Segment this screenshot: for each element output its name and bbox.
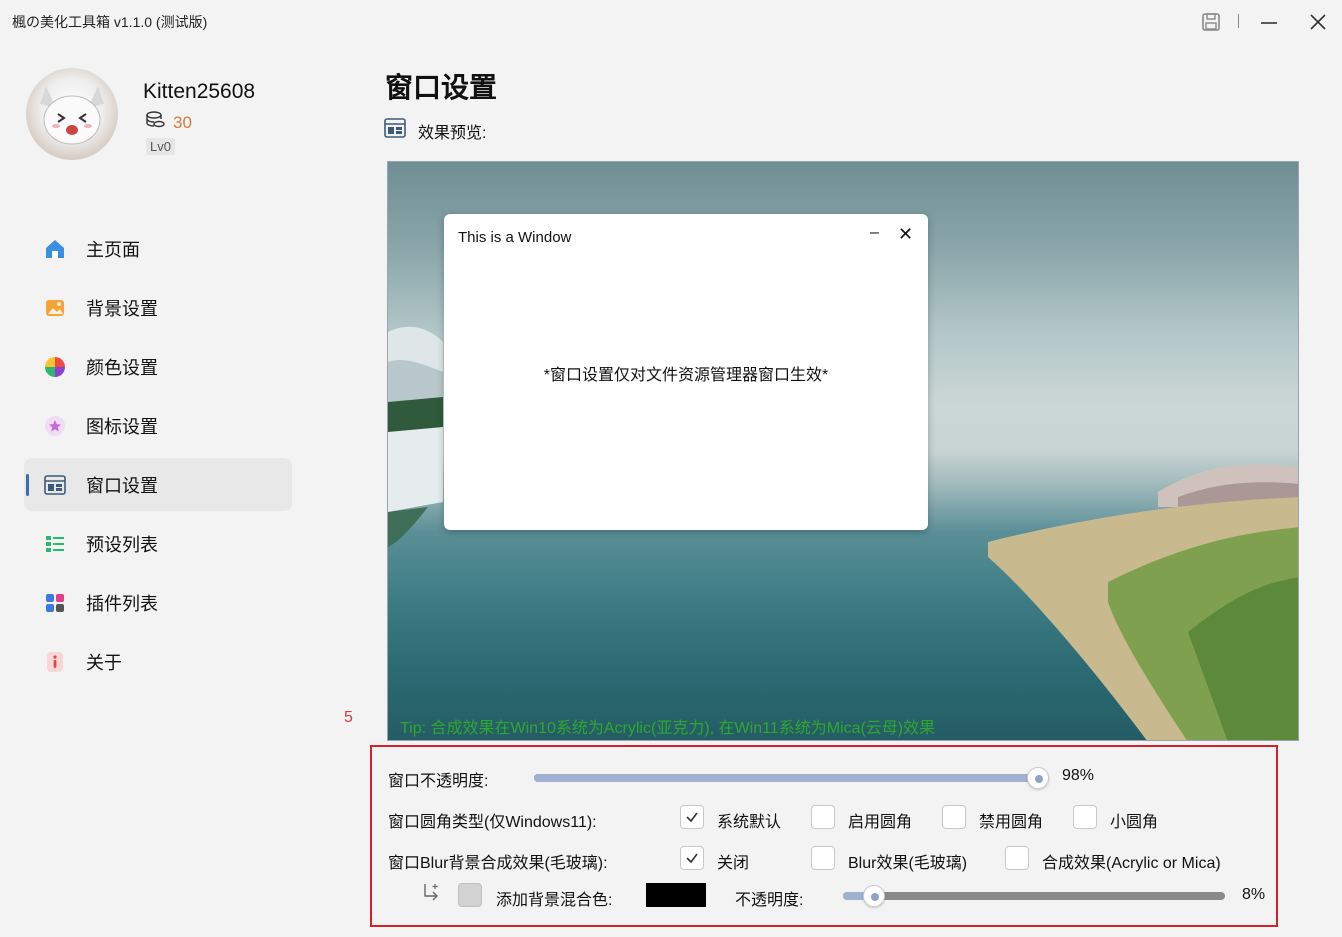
color-wheel-icon	[44, 356, 66, 378]
blend-opacity-slider[interactable]	[843, 885, 1225, 907]
corner-disable-label: 禁用圆角	[979, 814, 1044, 831]
window-layout-icon	[44, 474, 66, 496]
preview-window-title: This is a Window	[458, 229, 572, 246]
sidebar-item-plugins[interactable]: 插件列表	[24, 576, 292, 629]
preview-header: 效果预览:	[384, 117, 486, 144]
sidebar-item-window[interactable]: 窗口设置	[24, 458, 292, 511]
coins-icon	[145, 110, 165, 135]
sidebar-item-about[interactable]: 关于	[24, 635, 292, 688]
title-bar: 楓の美化工具箱 v1.1.0 (测试版)	[0, 0, 1342, 44]
corner-disable-checkbox[interactable]	[942, 805, 966, 829]
username: Kitten25608	[143, 80, 256, 103]
home-icon	[44, 238, 66, 260]
corner-enable-checkbox[interactable]	[811, 805, 835, 829]
acrylic-mica-label: 合成效果(Acrylic or Mica)	[1042, 855, 1221, 872]
avatar[interactable]	[26, 68, 118, 160]
sidebar-item-color[interactable]: 颜色设置	[24, 340, 292, 393]
corner-type-label: 窗口圆角类型(仅Windows11):	[388, 814, 597, 831]
title-bar-divider	[1238, 14, 1239, 28]
blend-color-label: 添加背景混合色:	[496, 892, 613, 909]
blend-opacity-value: 8%	[1242, 886, 1266, 903]
blend-color-checkbox[interactable]	[458, 883, 482, 907]
opacity-slider-thumb[interactable]	[1026, 767, 1049, 789]
blur-label: 窗口Blur背景合成效果(毛玻璃):	[388, 855, 608, 872]
sidebar-item-presets[interactable]: 预设列表	[24, 517, 292, 570]
sidebar-item-label: 关于	[86, 652, 122, 673]
sidebar-item-label: 背景设置	[86, 298, 158, 319]
sidebar-item-icons[interactable]: 图标设置	[24, 399, 292, 452]
app-title: 楓の美化工具箱 v1.1.0 (测试版)	[12, 14, 208, 30]
page-number: 5	[344, 709, 353, 726]
corner-default-checkbox[interactable]	[680, 805, 704, 829]
tip-text: Tip: 合成效果在Win10系统为Acrylic(亚克力), 在Win11系统…	[400, 720, 936, 737]
sidebar-item-label: 图标设置	[86, 416, 158, 437]
acrylic-mica-checkbox[interactable]	[1005, 846, 1029, 870]
blend-opacity-slider-thumb[interactable]	[862, 885, 885, 907]
preview-minimize-icon: –	[870, 224, 879, 241]
list-icon	[44, 533, 66, 555]
sidebar-item-label: 插件列表	[86, 593, 158, 614]
page-title: 窗口设置	[385, 72, 498, 103]
blend-opacity-label: 不透明度:	[735, 892, 804, 909]
save-icon[interactable]	[1196, 8, 1226, 36]
opacity-slider-fill	[534, 774, 1038, 782]
sub-option-arrow-icon	[420, 881, 442, 908]
opacity-label: 窗口不透明度:	[388, 773, 489, 790]
opacity-slider[interactable]	[534, 767, 1049, 789]
plugin-grid-icon	[44, 592, 66, 614]
blur-off-label: 关闭	[717, 855, 750, 872]
minimize-button[interactable]	[1254, 8, 1284, 36]
image-icon	[44, 297, 66, 319]
opacity-value: 98%	[1062, 767, 1095, 784]
star-icon	[44, 415, 66, 437]
preview-label: 效果预览:	[418, 124, 487, 142]
blur-off-checkbox[interactable]	[680, 846, 704, 870]
sidebar-item-home[interactable]: 主页面	[24, 222, 292, 275]
window-layout-icon	[384, 117, 406, 144]
blend-color-swatch[interactable]	[646, 883, 706, 907]
preview-image: This is a Window – ✕ *窗口设置仅对文件资源管理器窗口生效*…	[387, 161, 1299, 741]
blur-effect-checkbox[interactable]	[811, 846, 835, 870]
coins: 30	[145, 110, 192, 135]
sidebar-item-background[interactable]: 背景设置	[24, 281, 292, 334]
sidebar-item-label: 主页面	[86, 239, 140, 260]
info-icon	[44, 651, 66, 673]
preview-close-icon: ✕	[898, 224, 914, 244]
coins-value: 30	[173, 112, 192, 132]
level-badge: Lv0	[146, 138, 175, 155]
sidebar-item-label: 预设列表	[86, 534, 158, 555]
preview-window: This is a Window – ✕ *窗口设置仅对文件资源管理器窗口生效*	[444, 214, 928, 530]
corner-enable-label: 启用圆角	[848, 814, 913, 831]
corner-small-label: 小圆角	[1110, 814, 1159, 831]
sidebar-item-label: 窗口设置	[86, 475, 158, 496]
blur-effect-label: Blur效果(毛玻璃)	[848, 855, 968, 872]
corner-default-label: 系统默认	[717, 814, 782, 831]
preview-window-note: *窗口设置仅对文件资源管理器窗口生效*	[543, 367, 829, 384]
close-button[interactable]	[1303, 8, 1333, 36]
settings-panel: 窗口不透明度: 98% 窗口圆角类型(仅Windows11): 系统默认 启用圆…	[370, 745, 1278, 927]
corner-small-checkbox[interactable]	[1073, 805, 1097, 829]
sidebar-item-label: 颜色设置	[86, 357, 158, 378]
sidebar-nav: 主页面 背景设置 颜色设置 图标设置 窗口设置 预设列表 插件列表 关于	[24, 222, 292, 694]
